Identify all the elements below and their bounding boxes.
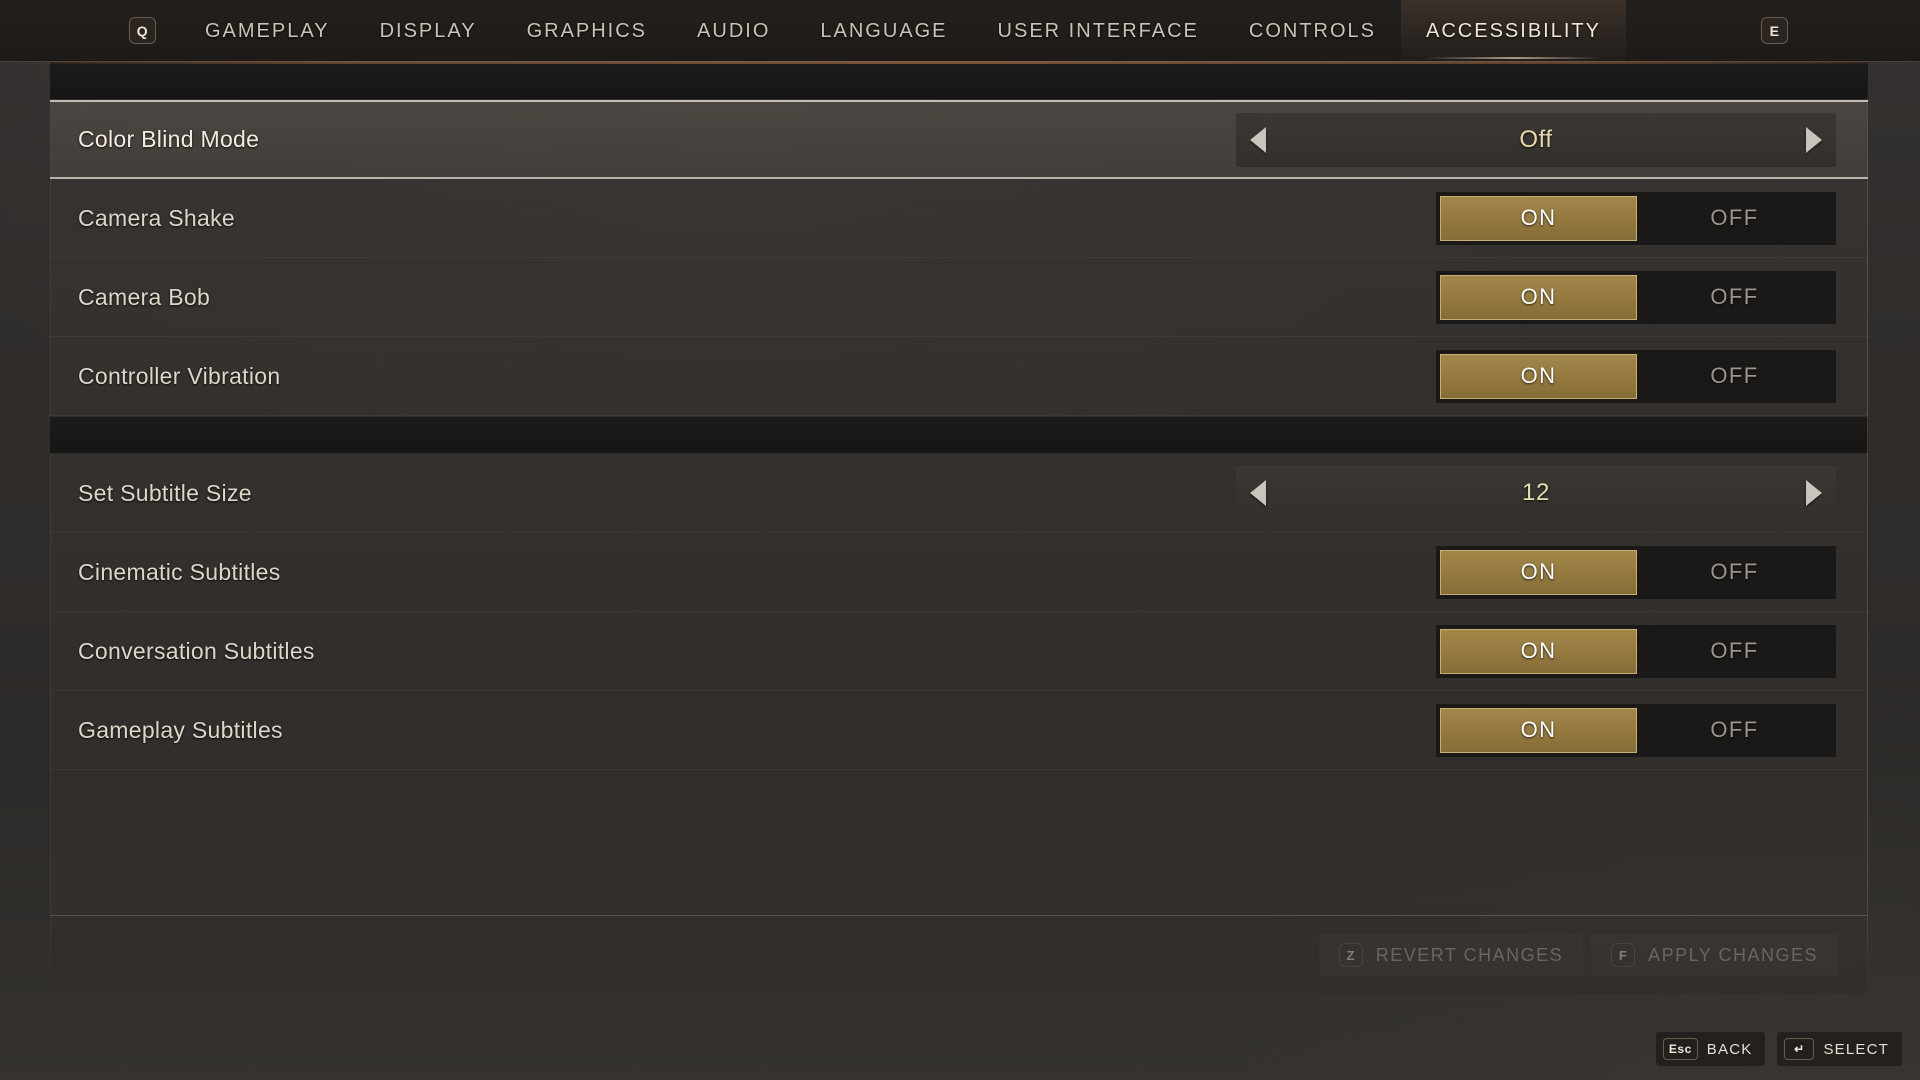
hint-back[interactable]: Esc BACK <box>1655 1032 1766 1066</box>
setting-label: Camera Bob <box>78 283 211 310</box>
next-tab-key-e[interactable]: E <box>1761 17 1788 44</box>
chevron-right-icon[interactable] <box>1806 480 1822 506</box>
toggle-option-on[interactable]: ON <box>1440 707 1637 753</box>
hint-label: BACK <box>1706 1040 1753 1058</box>
input-hints: Esc BACK ↵ SELECT <box>1655 1032 1902 1066</box>
tab-bar: Q GAMEPLAY DISPLAY GRAPHICS AUDIO LANGUAGE US… <box>0 0 1920 64</box>
toggle-option-on[interactable]: ON <box>1440 195 1637 241</box>
stepper-value: Off <box>1519 125 1553 153</box>
setting-row-gameplay-subtitles[interactable]: Gameplay Subtitles ON OFF <box>50 691 1868 770</box>
action-label: REVERT CHANGES <box>1375 944 1564 965</box>
on-off-toggle[interactable]: ON OFF <box>1436 270 1836 324</box>
setting-row-color-blind-mode[interactable]: Color Blind Mode Off <box>50 100 1868 179</box>
setting-row-camera-bob[interactable]: Camera Bob ON OFF <box>50 258 1868 337</box>
section-header-0 <box>50 62 1868 100</box>
chevron-right-icon[interactable] <box>1806 126 1822 153</box>
tab-accessibility[interactable]: ACCESSIBILITY <box>1401 0 1626 62</box>
setting-row-set-subtitle-size[interactable]: Set Subtitle Size 12 <box>50 454 1868 533</box>
on-off-toggle[interactable]: ON OFF <box>1436 545 1836 599</box>
hint-key: ↵ <box>1784 1038 1815 1060</box>
setting-label: Controller Vibration <box>78 362 281 389</box>
setting-label: Gameplay Subtitles <box>78 716 283 743</box>
setting-label: Set Subtitle Size <box>78 479 252 506</box>
setting-label: Camera Shake <box>78 204 236 231</box>
toggle-option-off[interactable]: OFF <box>1637 550 1832 595</box>
hint-label: SELECT <box>1823 1040 1889 1058</box>
toggle-option-off[interactable]: OFF <box>1637 275 1832 320</box>
tab-list: GAMEPLAY DISPLAY GRAPHICS AUDIO LANGUAGE USER… <box>180 0 1626 62</box>
setting-label: Cinematic Subtitles <box>78 558 281 585</box>
action-bar: Z REVERT CHANGES F APPLY CHANGES <box>50 915 1868 994</box>
settings-panel: Color Blind Mode Off Camera Shake ON OFF Came… <box>50 62 1868 1016</box>
tab-audio[interactable]: AUDIO <box>672 0 795 62</box>
prev-tab-key-q[interactable]: Q <box>129 17 156 44</box>
toggle-option-off[interactable]: OFF <box>1637 708 1832 753</box>
toggle-option-off[interactable]: OFF <box>1637 354 1832 399</box>
action-apply-changes[interactable]: F APPLY CHANGES <box>1591 934 1838 976</box>
chevron-left-icon[interactable] <box>1250 480 1266 506</box>
setting-label: Conversation Subtitles <box>78 637 315 664</box>
tab-user-interface[interactable]: USER INTERFACE <box>973 0 1224 62</box>
toggle-option-on[interactable]: ON <box>1440 628 1637 674</box>
value-stepper[interactable]: Off <box>1236 112 1836 167</box>
action-label: APPLY CHANGES <box>1648 944 1818 965</box>
toggle-option-off[interactable]: OFF <box>1637 196 1832 241</box>
action-key: Z <box>1338 943 1363 967</box>
action-key: F <box>1611 943 1636 967</box>
tab-graphics[interactable]: GRAPHICS <box>502 0 672 62</box>
on-off-toggle[interactable]: ON OFF <box>1436 703 1836 757</box>
toggle-option-off[interactable]: OFF <box>1637 629 1832 674</box>
setting-label: Color Blind Mode <box>78 126 260 152</box>
section-header-1 <box>50 416 1868 454</box>
tab-controls[interactable]: CONTROLS <box>1224 0 1401 62</box>
action-revert-changes[interactable]: Z REVERT CHANGES <box>1319 934 1583 976</box>
setting-row-conversation-subtitles[interactable]: Conversation Subtitles ON OFF <box>50 612 1868 691</box>
settings-screen: Q GAMEPLAY DISPLAY GRAPHICS AUDIO LANGUAGE US… <box>0 0 1920 1080</box>
setting-row-cinematic-subtitles[interactable]: Cinematic Subtitles ON OFF <box>50 533 1868 612</box>
setting-row-camera-shake[interactable]: Camera Shake ON OFF <box>50 179 1868 258</box>
tab-language[interactable]: LANGUAGE <box>795 0 972 62</box>
chevron-left-icon[interactable] <box>1250 126 1266 153</box>
setting-row-controller-vibration[interactable]: Controller Vibration ON OFF <box>50 337 1868 416</box>
toggle-option-on[interactable]: ON <box>1440 549 1637 595</box>
on-off-toggle[interactable]: ON OFF <box>1436 349 1836 403</box>
tab-display[interactable]: DISPLAY <box>355 0 502 62</box>
settings-list: Color Blind Mode Off Camera Shake ON OFF Came… <box>50 62 1868 915</box>
hint-select[interactable]: ↵ SELECT <box>1777 1032 1902 1066</box>
toggle-option-on[interactable]: ON <box>1440 353 1637 399</box>
hint-key: Esc <box>1662 1038 1698 1060</box>
on-off-toggle[interactable]: ON OFF <box>1436 191 1836 245</box>
value-stepper[interactable]: 12 <box>1236 466 1836 520</box>
stepper-value: 12 <box>1522 479 1550 506</box>
on-off-toggle[interactable]: ON OFF <box>1436 624 1836 678</box>
toggle-option-on[interactable]: ON <box>1440 274 1637 320</box>
tab-gameplay[interactable]: GAMEPLAY <box>180 0 355 62</box>
